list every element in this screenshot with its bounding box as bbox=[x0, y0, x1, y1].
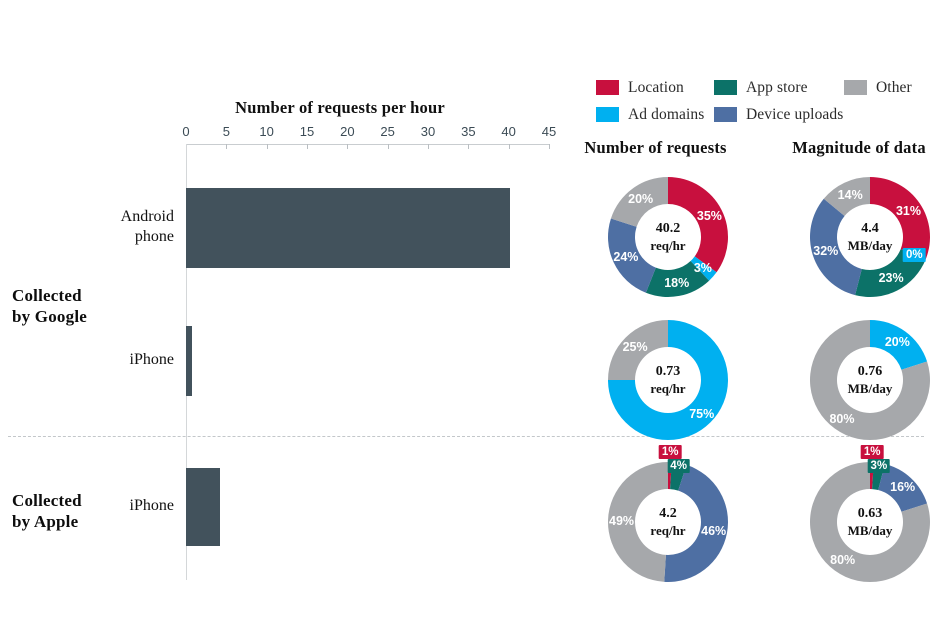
donut-slice bbox=[870, 177, 930, 260]
x-tick-label: 40 bbox=[501, 124, 516, 139]
donut-svg bbox=[607, 462, 729, 582]
bar-category-label: Android phone bbox=[54, 207, 174, 246]
donut-chart-iphone-apple-magnitude: 0.63 MB/day 1% 3% 16% 80% bbox=[800, 444, 940, 592]
x-tick-mark bbox=[549, 144, 550, 149]
group-label-apple-line2: by Apple bbox=[12, 512, 79, 532]
x-tick-label: 45 bbox=[541, 124, 557, 139]
bar-chart-x-axis bbox=[186, 144, 549, 145]
group-label-apple: Collected by Apple bbox=[12, 490, 82, 533]
donut-svg bbox=[810, 320, 930, 440]
legend: Location App store Other Ad domains Devi… bbox=[596, 74, 936, 128]
x-tick-mark bbox=[508, 144, 510, 149]
x-tick-label: 35 bbox=[461, 124, 476, 139]
bar-category-label-line: phone bbox=[134, 227, 174, 245]
x-tick-label: 10 bbox=[259, 124, 274, 139]
group-divider bbox=[8, 436, 924, 437]
donut-chart-iphone-google-magnitude: 0.76 MB/day 20% 80% bbox=[800, 310, 940, 450]
group-label-google-line1: Collected bbox=[12, 286, 82, 305]
bar-chart-panel: Number of requests per hour 0 5 10 15 20 25 30… bbox=[0, 88, 575, 588]
legend-row-1: Location App store Other bbox=[596, 74, 936, 101]
x-tick-label: 30 bbox=[420, 124, 436, 139]
donut-slice bbox=[810, 198, 862, 296]
legend-item-app-store: App store bbox=[714, 79, 844, 97]
donut-chart-iphone-apple-requests: 4.2 req/hr 1% 4% 46% 49% bbox=[598, 444, 738, 592]
legend-label-location: Location bbox=[628, 78, 684, 96]
column-header-magnitude-of-data: Magnitude of data bbox=[792, 138, 926, 157]
legend-swatch-location-icon bbox=[596, 80, 619, 95]
donut-svg bbox=[608, 177, 728, 297]
x-tick-label: 15 bbox=[299, 124, 315, 139]
legend-swatch-ad-domains-icon bbox=[596, 107, 619, 122]
x-tick-mark bbox=[307, 144, 308, 149]
group-label-apple-line1: Collected bbox=[12, 491, 82, 510]
legend-swatch-device-uploads-icon bbox=[714, 107, 737, 122]
legend-item-other: Other bbox=[844, 79, 936, 97]
donut-chart-android-magnitude: 4.4 MB/day 31% 0% 23% 32% 14% bbox=[800, 167, 940, 307]
x-tick-mark bbox=[468, 144, 470, 149]
legend-row-2: Ad domains Device uploads bbox=[596, 101, 936, 128]
x-tick-mark bbox=[347, 144, 349, 149]
donut-svg bbox=[810, 462, 930, 582]
bar bbox=[186, 326, 192, 396]
legend-item-device-uploads: Device uploads bbox=[714, 106, 844, 124]
legend-label-app-store: App store bbox=[746, 78, 808, 96]
donut-slice bbox=[610, 177, 668, 227]
x-tick-label: 20 bbox=[340, 124, 355, 139]
legend-swatch-app-store-icon bbox=[714, 80, 737, 95]
donut-slice bbox=[668, 177, 728, 273]
x-tick-label: 25 bbox=[380, 124, 395, 139]
group-label-google: Collected by Google bbox=[12, 285, 87, 328]
bar-category-label: iPhone bbox=[54, 350, 174, 370]
donut-slice bbox=[607, 462, 668, 582]
group-label-google-line2: by Google bbox=[12, 307, 87, 327]
donut-svg bbox=[608, 320, 728, 440]
donut-chart-iphone-google-requests: 0.73 req/hr 75% 25% bbox=[598, 310, 738, 450]
bar bbox=[186, 468, 220, 546]
donut-svg bbox=[810, 177, 930, 297]
bar-category-label-line: iPhone bbox=[129, 351, 174, 368]
x-tick-mark bbox=[428, 144, 429, 149]
bar-category-label-line: Android bbox=[120, 208, 174, 225]
legend-label-device-uploads: Device uploads bbox=[746, 105, 844, 123]
bar bbox=[186, 188, 511, 268]
donut-slice bbox=[608, 218, 656, 293]
donut-slice bbox=[878, 463, 928, 512]
donut-slice bbox=[855, 249, 926, 297]
x-tick-label: 0 bbox=[182, 124, 190, 139]
column-header-number-of-requests: Number of requests bbox=[584, 138, 727, 157]
legend-swatch-other-icon bbox=[844, 80, 867, 95]
x-tick-label: 5 bbox=[222, 124, 230, 139]
bar-chart-tick-labels: 0 5 10 15 20 25 30 35 40 45 bbox=[182, 124, 556, 142]
legend-label-other: Other bbox=[876, 78, 912, 96]
donut-slice bbox=[870, 320, 928, 370]
x-tick-mark bbox=[226, 144, 228, 149]
legend-item-ad-domains: Ad domains bbox=[596, 106, 714, 124]
legend-item-location: Location bbox=[596, 79, 714, 97]
donut-slice bbox=[608, 320, 668, 380]
x-tick-mark bbox=[266, 144, 268, 149]
donut-chart-android-requests: 40.2 req/hr 35% 3% 18% 24% 20% bbox=[598, 167, 738, 307]
x-tick-mark bbox=[387, 144, 389, 149]
legend-label-ad-domains: Ad domains bbox=[628, 105, 705, 123]
bar-chart-axis-title: Number of requests per hour bbox=[235, 98, 445, 117]
